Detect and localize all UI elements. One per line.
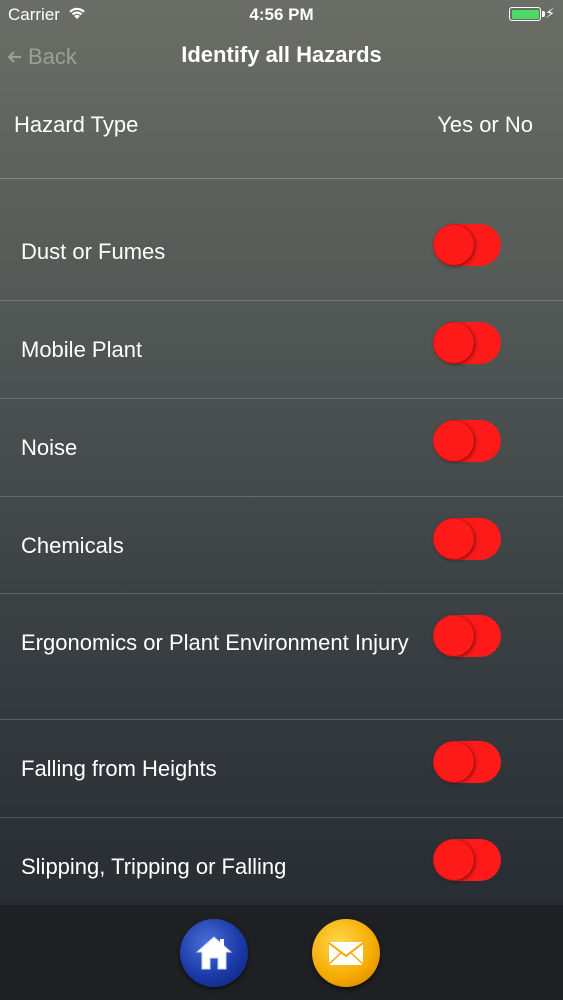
hazard-label: Slipping, Tripping or Falling xyxy=(21,854,287,879)
clock: 4:56 PM xyxy=(249,5,314,24)
hazard-list: Dust or Fumes Mobile Plant Noise Chemica… xyxy=(0,204,563,905)
ergonomics-toggle[interactable] xyxy=(433,615,501,657)
mobile-plant-toggle[interactable] xyxy=(433,322,501,364)
mail-button[interactable] xyxy=(312,919,380,987)
table-header: Hazard Type Yes or No xyxy=(0,84,563,179)
hazard-row-slipping: Slipping, Tripping or Falling xyxy=(0,818,563,905)
yes-or-no-column-header: Yes or No xyxy=(437,112,533,137)
hazard-label: Mobile Plant xyxy=(21,337,143,362)
hazard-row-noise: Noise xyxy=(0,399,563,497)
home-button[interactable] xyxy=(180,919,248,987)
bottom-toolbar xyxy=(0,905,563,1000)
dust-or-fumes-toggle[interactable] xyxy=(433,224,501,266)
falling-from-heights-toggle[interactable] xyxy=(433,741,501,783)
hazard-row-ergonomics: Ergonomics or Plant Environment Injury xyxy=(0,594,563,720)
status-bar: Carrier 4:56 PM ⚡ xyxy=(0,0,563,30)
hazard-label: Chemicals xyxy=(21,533,124,558)
hazard-row-dust-or-fumes: Dust or Fumes xyxy=(0,204,563,301)
home-icon xyxy=(195,936,233,970)
chemicals-toggle[interactable] xyxy=(433,518,501,560)
hazard-label: Ergonomics or Plant Environment Injury xyxy=(21,630,409,655)
slipping-tripping-toggle[interactable] xyxy=(433,839,501,881)
hazard-label: Dust or Fumes xyxy=(21,239,166,264)
page-title: Identify all Hazards xyxy=(181,42,382,67)
hazard-label: Falling from Heights xyxy=(21,756,217,781)
hazard-row-mobile-plant: Mobile Plant xyxy=(0,301,563,399)
navigation-bar: Back Identify all Hazards xyxy=(0,30,563,84)
hazard-type-column-header: Hazard Type xyxy=(14,112,139,137)
noise-toggle[interactable] xyxy=(433,420,501,462)
hazard-label: Noise xyxy=(21,435,78,460)
hazard-row-falling-from-heights: Falling from Heights xyxy=(0,720,563,818)
hazard-row-chemicals: Chemicals xyxy=(0,497,563,594)
charging-bolt-icon: ⚡ xyxy=(545,5,555,21)
battery-icon xyxy=(509,7,545,21)
mail-icon xyxy=(328,942,364,965)
